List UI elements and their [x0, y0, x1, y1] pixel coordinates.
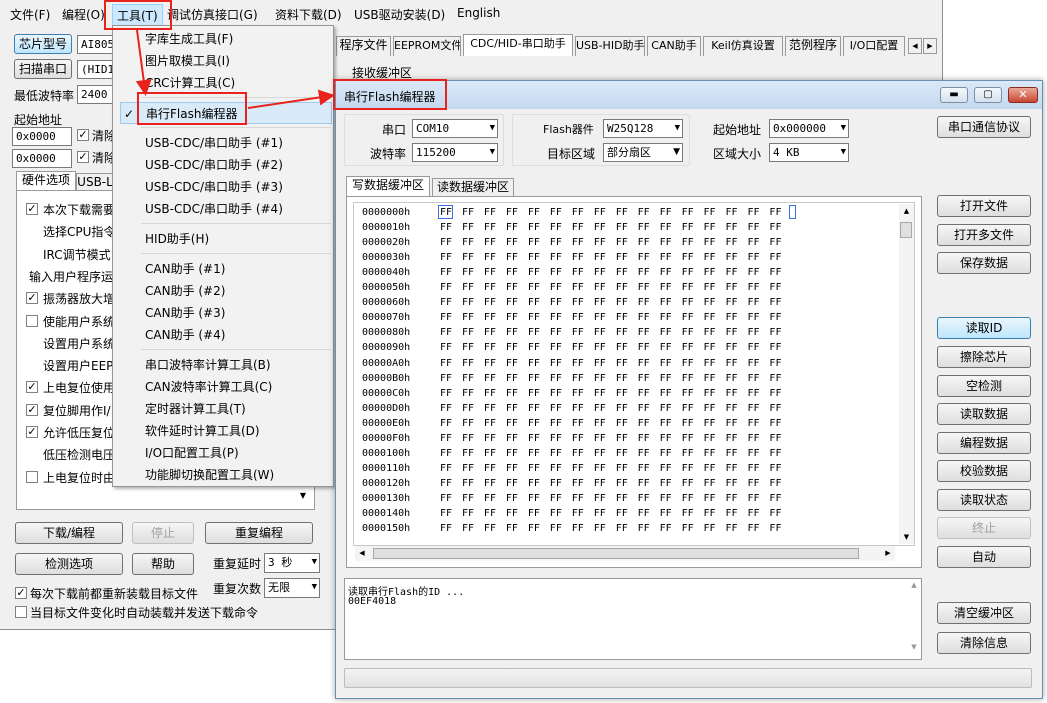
annotation-arrows: [135, 29, 335, 109]
arrow-to-menu-item: [135, 29, 152, 96]
arrow-to-window: [247, 89, 335, 109]
